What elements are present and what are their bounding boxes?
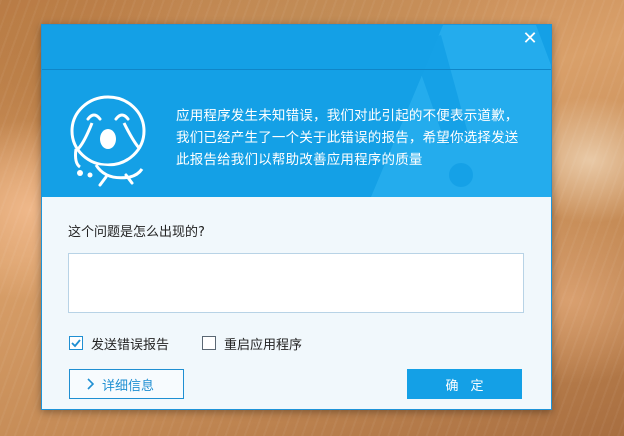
crying-mascot-icon — [70, 95, 146, 187]
details-button[interactable]: 详细信息 — [69, 369, 184, 399]
titlebar-divider — [42, 69, 551, 70]
details-button-label: 详细信息 — [102, 378, 155, 394]
send-report-label: 发送错误报告 — [91, 337, 170, 353]
send-report-checkbox[interactable]: 发送错误报告 — [69, 334, 170, 353]
error-message: 应用程序发生未知错误，我们对此引起的不便表示道歉，我们已经产生了一个关于此错误的… — [176, 108, 519, 168]
checkbox-checked-icon[interactable] — [69, 336, 83, 350]
checkbox-unchecked-icon[interactable] — [202, 336, 216, 350]
chevron-right-icon — [86, 378, 94, 390]
close-button[interactable]: ✕ — [519, 28, 541, 50]
restart-app-label: 重启应用程序 — [224, 337, 303, 353]
question-label: 这个问题是怎么出现的? — [68, 225, 205, 240]
restart-app-checkbox[interactable]: 重启应用程序 — [202, 334, 303, 353]
error-report-dialog: ✕ 应用程序发生未知错误，我们对此引起的不便表示道歉，我们已经产生了一个关于此错… — [41, 24, 552, 410]
problem-description-field[interactable] — [68, 253, 524, 313]
ok-button[interactable]: 确定 — [407, 369, 522, 399]
dialog-header: ✕ 应用程序发生未知错误，我们对此引起的不便表示道歉，我们已经产生了一个关于此错… — [42, 25, 551, 197]
